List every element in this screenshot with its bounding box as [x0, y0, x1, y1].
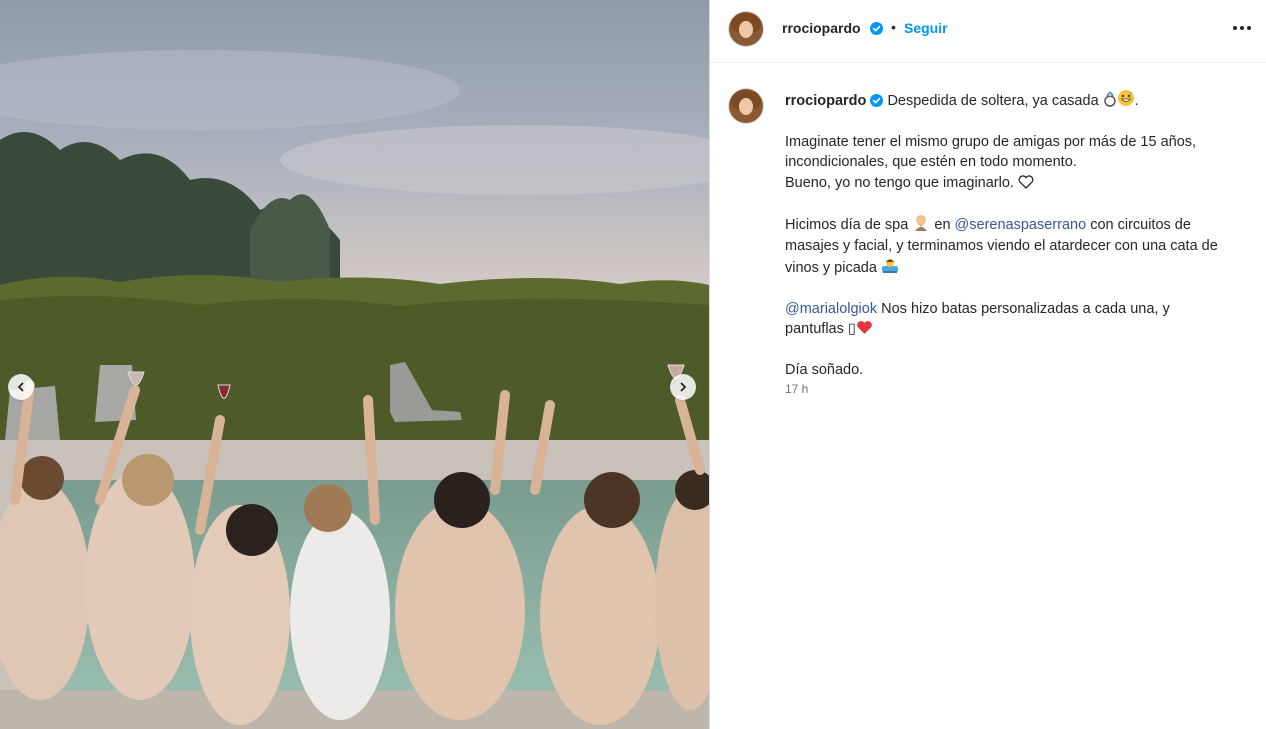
red-heart-icon: [857, 321, 872, 335]
caption-author-username[interactable]: rrociopardo: [785, 93, 866, 109]
pool-party-photo: [0, 0, 709, 729]
next-photo-button[interactable]: [670, 374, 696, 400]
more-options-icon: [1233, 26, 1237, 30]
person-bathing-icon: [881, 259, 898, 274]
previous-photo-button[interactable]: [8, 374, 34, 400]
chevron-left-icon: [17, 382, 24, 392]
mention-marialolgiok[interactable]: @marialolgiok: [785, 301, 877, 317]
caption-en: en: [934, 217, 951, 234]
caption-spa-line-3: vinos y picada: [785, 260, 877, 277]
ring-icon: [1103, 91, 1116, 107]
mention-serenaspaserrano[interactable]: @serenaspaserrano: [955, 217, 1087, 233]
grin-sweat-icon: [1117, 90, 1134, 106]
caption-line-2: Imaginate tener el mismo grupo de amigas…: [785, 133, 1197, 150]
caption-line-4: Bueno, yo no tengo que imaginarlo.: [785, 174, 1014, 191]
verified-badge-icon: [870, 22, 883, 35]
caption-robes-line-2: pantuflas: [785, 321, 844, 338]
chevron-right-icon: [680, 382, 687, 392]
post-header: rrociopardo • Seguir: [710, 0, 1266, 63]
caption-closing: Día soñado.: [785, 362, 864, 379]
caption-spa-text: Hicimos día de spa: [785, 217, 909, 234]
post-photo: [0, 0, 709, 729]
caption-spa-line-2: masajes y facial, y terminamos viendo el…: [785, 237, 1218, 254]
caption-line-1: Despedida de soltera, ya casada: [887, 93, 1099, 109]
post-caption: rrociopardo Despedida de soltera, ya cas…: [785, 89, 1255, 381]
header-separator: •: [891, 19, 896, 35]
follow-button[interactable]: Seguir: [904, 20, 948, 36]
caption-robes-text: Nos hizo batas personalizadas a cada una…: [881, 301, 1170, 318]
caption-line-1-end: .: [1134, 93, 1139, 109]
missing-glyph-box: ▯: [847, 321, 856, 338]
author-avatar[interactable]: [728, 11, 764, 47]
caption-line-3: incondicionales, que estén en todo momen…: [785, 154, 1077, 171]
post-side-panel: rrociopardo • Seguir rrociopardo Despedi…: [710, 0, 1266, 729]
post-timestamp[interactable]: 17 h: [785, 382, 808, 396]
author-username[interactable]: rrociopardo: [782, 20, 861, 36]
spa-person-icon: [915, 215, 928, 232]
verified-badge-icon: [870, 94, 884, 107]
heart-outline-icon: [1018, 174, 1034, 189]
caption-author-avatar[interactable]: [728, 88, 764, 124]
more-options-button[interactable]: [1230, 16, 1254, 40]
caption-spa-rest: con circuitos de: [1090, 217, 1191, 234]
